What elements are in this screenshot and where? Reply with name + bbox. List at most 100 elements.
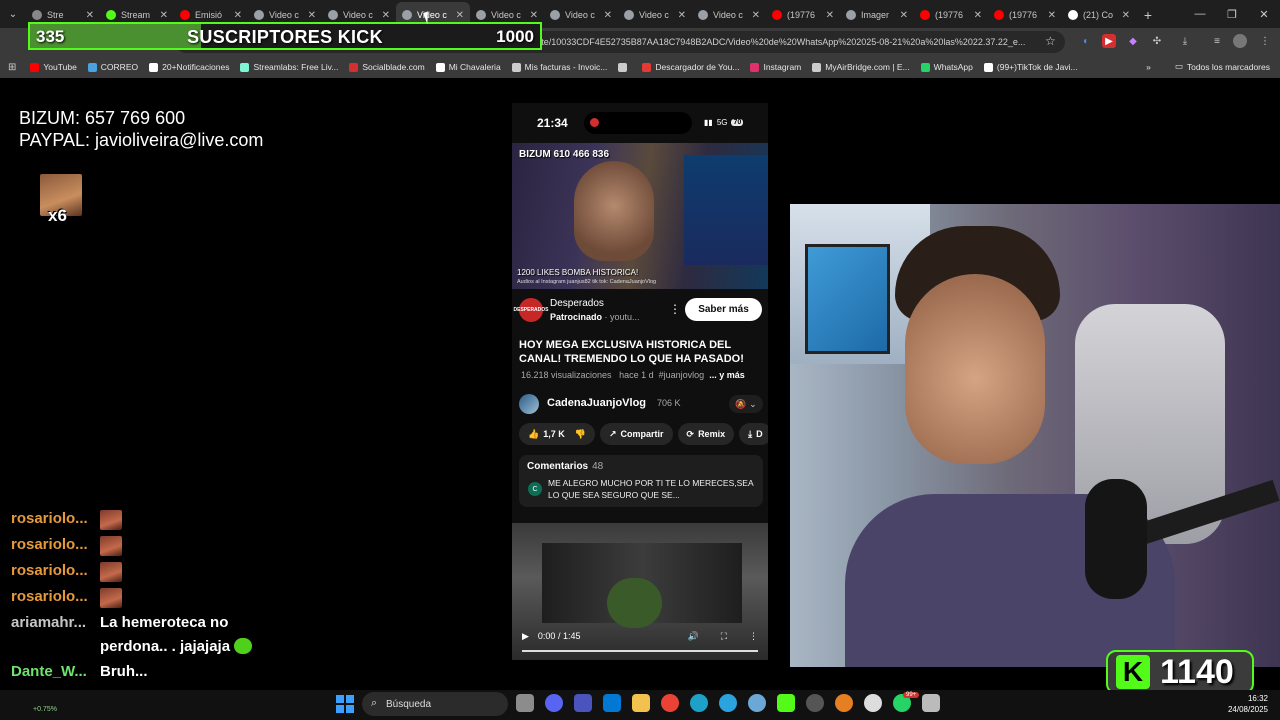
- bookmark-item[interactable]: WhatsApp: [920, 62, 973, 72]
- bookmark-item[interactable]: Descargador de You...: [642, 62, 739, 72]
- volume-icon[interactable]: 🔊: [687, 631, 698, 642]
- outlook-icon[interactable]: [603, 694, 621, 712]
- bookmark-item[interactable]: Streamlabs: Free Liv...: [240, 62, 338, 72]
- browser-tab[interactable]: Video c ✕: [618, 2, 692, 28]
- media-icon[interactable]: ≡: [1210, 34, 1224, 48]
- tab-close-icon[interactable]: ✕: [382, 10, 390, 21]
- app-icon-2[interactable]: [864, 694, 882, 712]
- bookmark-item[interactable]: Instagram: [750, 62, 801, 72]
- media-player-icon[interactable]: [922, 694, 940, 712]
- tab-close-icon[interactable]: ✕: [900, 10, 908, 21]
- tab-close-icon[interactable]: ✕: [160, 10, 168, 21]
- chrome-icon[interactable]: [661, 694, 679, 712]
- bookmark-item[interactable]: [618, 62, 631, 72]
- all-bookmarks[interactable]: » ▭ Todos los marcadores: [1146, 61, 1270, 72]
- youtube-extension-icon[interactable]: ▶: [1102, 34, 1116, 48]
- tab-close-icon[interactable]: ✕: [308, 10, 316, 21]
- tab-close-icon[interactable]: ✕: [530, 10, 538, 21]
- bookmark-item[interactable]: Mis facturas - Invoic...: [511, 62, 607, 72]
- video-hashtag[interactable]: #juanjovlog: [659, 370, 705, 380]
- notification-bell-icon[interactable]: 🔕 ⌄: [729, 395, 763, 413]
- bookmark-item[interactable]: (99+)TikTok de Javi...: [983, 62, 1078, 72]
- bookmark-item[interactable]: YouTube: [30, 62, 77, 72]
- download-button[interactable]: ⤓ D: [739, 423, 768, 445]
- telegram-icon[interactable]: [719, 694, 737, 712]
- browser-tab[interactable]: (19776 ✕: [988, 2, 1062, 28]
- new-tab-button[interactable]: +: [1136, 2, 1160, 28]
- tab-close-icon[interactable]: ✕: [604, 10, 612, 21]
- tab-close-icon[interactable]: ✕: [752, 10, 760, 21]
- ad-name: Desperados: [550, 298, 604, 309]
- tab-close-icon[interactable]: ✕: [1048, 10, 1056, 21]
- edge-icon[interactable]: [690, 694, 708, 712]
- bookmark-item[interactable]: MyAirBridge.com | E...: [812, 62, 910, 72]
- ad-menu-icon[interactable]: ⋮: [669, 302, 681, 316]
- chat-username[interactable]: rosariolo...: [11, 562, 100, 579]
- thumbs-down-icon[interactable]: 👎: [575, 429, 586, 440]
- bookmark-item[interactable]: Mi Chavaleria: [435, 62, 501, 72]
- more-link[interactable]: ... y más: [709, 370, 745, 380]
- browser-tab[interactable]: (19776 ✕: [766, 2, 840, 28]
- puzzle-extension-icon[interactable]: ✣: [1150, 34, 1164, 48]
- channel-avatar[interactable]: [519, 394, 539, 414]
- restore-icon[interactable]: ❐: [1216, 0, 1248, 28]
- learn-more-button[interactable]: Saber más: [685, 298, 762, 321]
- minimize-icon[interactable]: —: [1184, 0, 1216, 28]
- tab-close-icon[interactable]: ✕: [1122, 10, 1130, 21]
- tab-title: Video c: [491, 10, 521, 20]
- remix-button[interactable]: ⟳ Remix: [677, 423, 735, 445]
- tab-close-icon[interactable]: ✕: [678, 10, 686, 21]
- start-windows-icon[interactable]: [336, 695, 354, 713]
- tab-close-icon[interactable]: ✕: [974, 10, 982, 21]
- discord-icon[interactable]: [545, 694, 563, 712]
- obs-icon[interactable]: [806, 694, 824, 712]
- file-explorer-icon[interactable]: [632, 694, 650, 712]
- browser-tab[interactable]: (21) Co ✕: [1062, 2, 1136, 28]
- fullscreen-icon[interactable]: ⛶: [721, 631, 727, 642]
- browser-tab[interactable]: Video c ✕: [692, 2, 766, 28]
- kick-app-icon[interactable]: [777, 694, 795, 712]
- chat-username[interactable]: rosariolo...: [11, 510, 100, 527]
- download-label: D: [756, 429, 763, 439]
- tab-search-chevron-icon[interactable]: ⌄: [0, 0, 26, 28]
- browser-tab[interactable]: Video c ✕: [544, 2, 618, 28]
- tab-close-icon[interactable]: ✕: [86, 10, 94, 21]
- comments-count: 48: [592, 461, 604, 472]
- channel-name[interactable]: CadenaJuanjoVlog: [547, 397, 646, 409]
- chat-username[interactable]: Dante_W...: [11, 663, 100, 680]
- player-menu-icon[interactable]: ⋮: [749, 631, 758, 642]
- tab-close-icon[interactable]: ✕: [826, 10, 834, 21]
- like-button[interactable]: 👍 1,7 K 👎: [519, 423, 595, 445]
- video2-progress-bar[interactable]: [522, 650, 758, 652]
- taskbar-search[interactable]: ⌕ Búsqueda: [362, 692, 508, 716]
- teams-icon[interactable]: [574, 694, 592, 712]
- comments-section[interactable]: Comentarios 48 C ME ALEGRO MUCHO POR TI T…: [519, 455, 763, 507]
- chat-username[interactable]: ariamahr...: [11, 614, 100, 631]
- profile-avatar[interactable]: [1233, 34, 1247, 48]
- tab-close-icon[interactable]: ✕: [234, 10, 242, 21]
- browser-tab[interactable]: (19776 ✕: [914, 2, 988, 28]
- bookmark-item[interactable]: Socialblade.com: [349, 62, 425, 72]
- share-button[interactable]: ↗ Compartir: [599, 423, 673, 445]
- video-title: HOY MEGA EXCLUSIVA HISTORICA DEL CANAL! …: [519, 339, 744, 365]
- chat-username[interactable]: rosariolo...: [11, 588, 100, 605]
- taskbar-clock[interactable]: 16:32 24/08/2025: [1228, 693, 1268, 715]
- downloads-icon[interactable]: ⤓: [1178, 34, 1192, 48]
- app-icon[interactable]: [835, 694, 853, 712]
- bookmark-star-icon[interactable]: ☆: [1045, 34, 1056, 48]
- globe-app-icon[interactable]: [748, 694, 766, 712]
- apps-grid-icon[interactable]: ⊞: [8, 62, 16, 73]
- chat-username[interactable]: rosariolo...: [11, 536, 100, 553]
- close-window-icon[interactable]: ✕: [1248, 0, 1280, 28]
- menu-kebab-icon[interactable]: ⋮: [1258, 34, 1272, 48]
- tab-close-icon[interactable]: ✕: [456, 10, 464, 21]
- embedded-video-player[interactable]: ▶ 0:00 / 1:45 🔊 ⛶ ⋮: [512, 523, 768, 660]
- twitch-extension-icon[interactable]: ◆: [1126, 34, 1140, 48]
- player-time: 0:00 / 1:45: [537, 631, 581, 641]
- bookmark-item[interactable]: CORREO: [87, 62, 138, 72]
- browser-tab[interactable]: Imager ✕: [840, 2, 914, 28]
- extension-icon[interactable]: ◖: [1078, 34, 1092, 48]
- play-icon[interactable]: ▶: [522, 631, 529, 642]
- task-view-icon[interactable]: [516, 694, 534, 712]
- bookmark-item[interactable]: 20+Notificaciones: [149, 62, 229, 72]
